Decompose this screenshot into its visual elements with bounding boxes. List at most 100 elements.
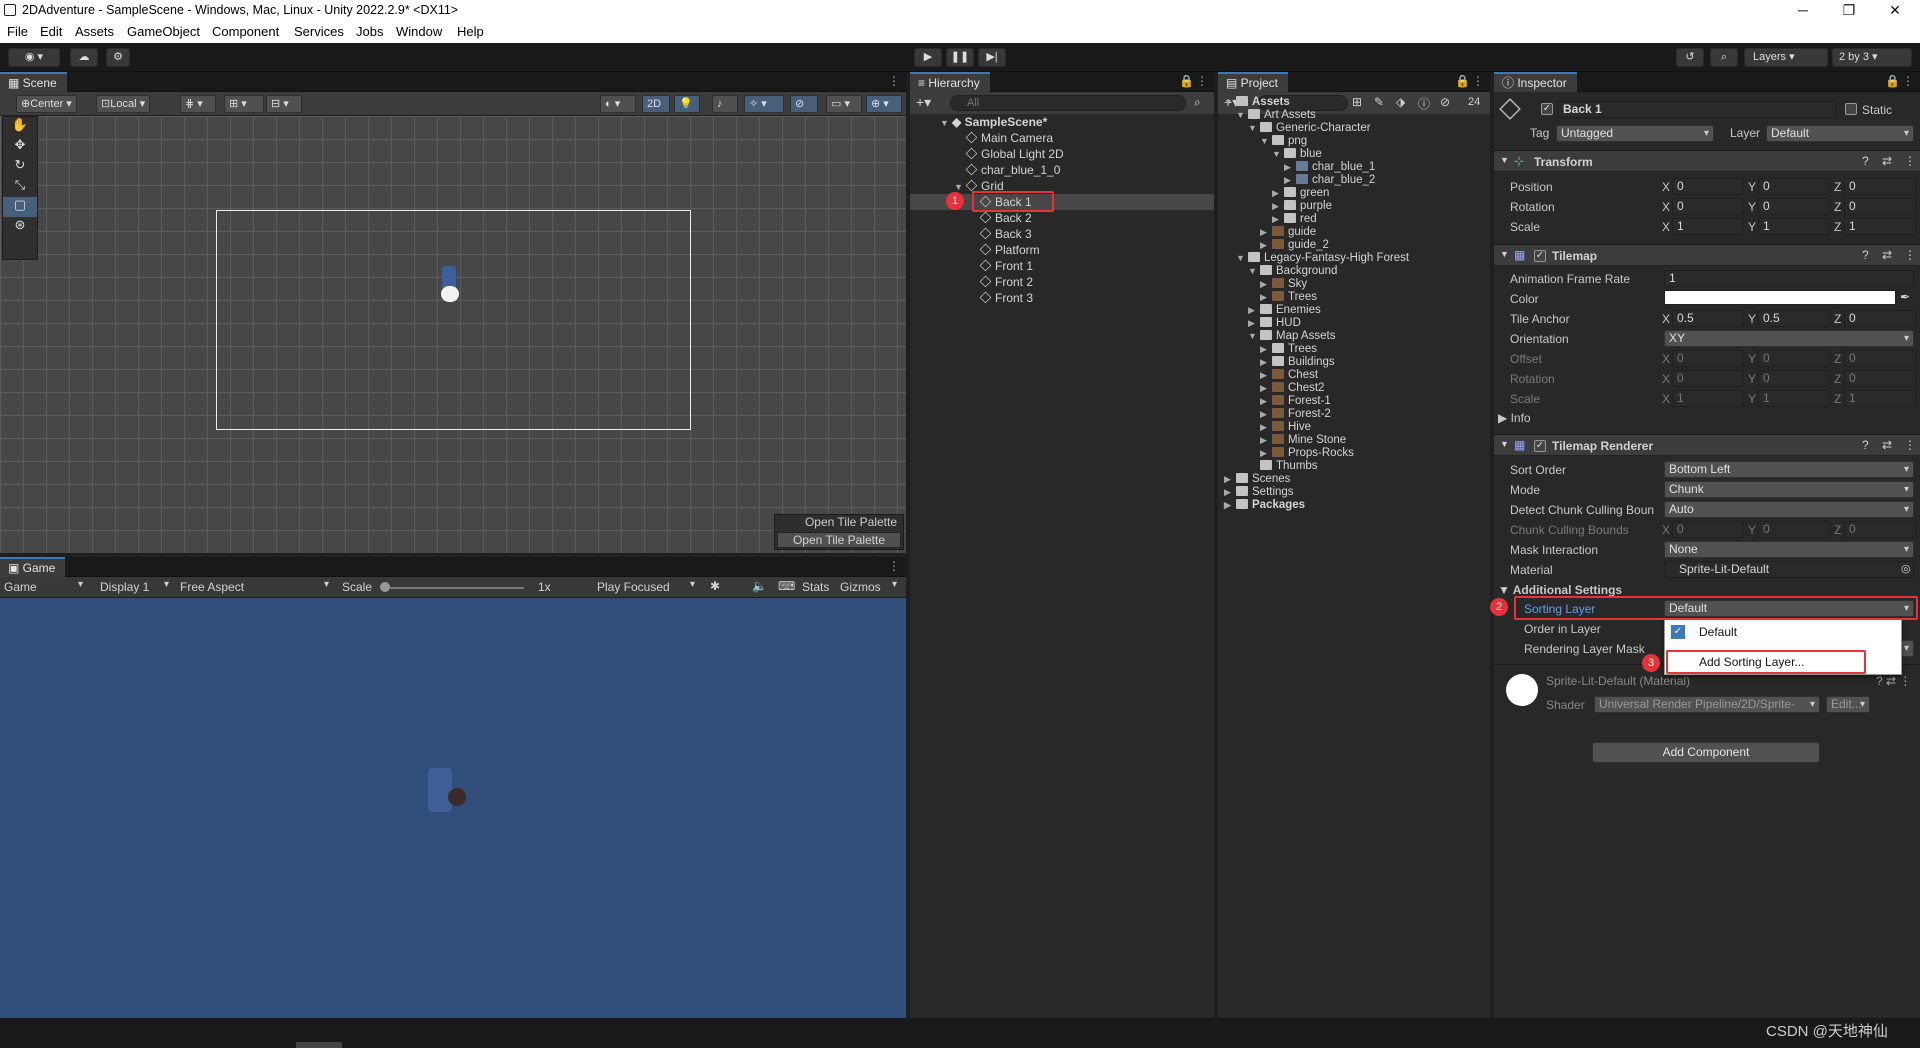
tab-game[interactable]: ▣ Game (0, 557, 66, 577)
search-icon[interactable]: ⌕ (1710, 48, 1738, 67)
project-row[interactable]: ▶ purple (1272, 200, 1332, 213)
project-row[interactable]: ▶ guide (1260, 226, 1316, 239)
sort-order-dropdown[interactable]: Bottom Left (1664, 461, 1914, 478)
foldout-arrow-icon[interactable]: ▼ (1224, 96, 1236, 109)
project-row[interactable]: ▶ Trees (1260, 343, 1317, 356)
light-icon[interactable] (441, 286, 459, 302)
transform-scale-y-field[interactable]: 1 (1758, 218, 1830, 235)
scene-root[interactable]: ▼ ◆ SampleScene* (940, 114, 1047, 130)
more-icon[interactable]: ⋮ (1472, 74, 1484, 88)
tilemap-rotation-z-field[interactable]: 0 (1844, 370, 1916, 387)
project-row[interactable]: ▶ Chest2 (1260, 382, 1324, 395)
foldout-arrow-icon[interactable]: ▶ (1284, 174, 1296, 187)
transform-position-y-field[interactable]: 0 (1758, 178, 1830, 195)
menu-component[interactable]: Component (212, 24, 279, 39)
tab-project[interactable]: ▤ Project (1218, 72, 1289, 92)
tab-inspector[interactable]: ⓘ Inspector (1494, 72, 1577, 92)
tilemap-header[interactable]: ▼ ▦ ✓ Tilemap ? ⇄ ⋮ (1494, 244, 1920, 266)
foldout-arrow-icon[interactable]: ▶ (1260, 278, 1272, 291)
anim-rate-field[interactable]: 1 (1664, 270, 1914, 287)
stats-button[interactable]: Stats (802, 580, 829, 594)
hierarchy-item[interactable]: Main Camera (965, 130, 1053, 146)
hidden-packages-icon[interactable]: ⊘ (1440, 95, 1450, 109)
lighting-icon[interactable]: 💡 (674, 95, 700, 113)
info-icon[interactable]: ⓘ (1418, 95, 1430, 112)
foldout-arrow-icon[interactable]: ▶ (1260, 408, 1272, 421)
object-picker-icon[interactable]: ◎ (1901, 562, 1911, 575)
color-field[interactable] (1664, 290, 1896, 305)
foldout-arrow-icon[interactable]: ▶ (1260, 356, 1272, 369)
shader-dropdown[interactable]: Universal Render Pipeline/2D/Sprite- (1594, 696, 1820, 713)
collab-icon[interactable]: ⚙ (106, 48, 130, 67)
hierarchy-item[interactable]: Front 3 (979, 290, 1033, 306)
transform-rotation-x-field[interactable]: 0 (1672, 198, 1744, 215)
mute-icon[interactable]: 🔈 (752, 579, 767, 593)
tilemap-scale-z-field[interactable]: 1 (1844, 390, 1916, 407)
foldout-arrow-icon[interactable]: ▶ (1272, 200, 1284, 213)
project-row[interactable]: ▼ Map Assets (1248, 330, 1335, 343)
foldout-arrow-icon[interactable]: ▶ (1260, 291, 1272, 304)
more-icon[interactable]: ⋮ (888, 74, 900, 88)
hierarchy-item[interactable]: Front 1 (979, 258, 1033, 274)
foldout-arrow-icon[interactable]: ▶ (1260, 421, 1272, 434)
hierarchy-item[interactable]: Global Light 2D (965, 146, 1064, 162)
scene-viewport[interactable]: ✋ ✥ ↻ ⤡ ▢ ⊛ Open Tile Palette Open Tile … (0, 116, 906, 553)
foldout-arrow-icon[interactable]: ▶ (1260, 369, 1272, 382)
lock-icon[interactable]: 🔒 (1885, 74, 1900, 88)
orientation-dropdown[interactable]: XY (1664, 330, 1914, 347)
project-row[interactable]: ▶ Trees (1260, 291, 1317, 304)
draw-mode-icon[interactable]: ◐ ▾ (600, 95, 636, 113)
keyboard-icon[interactable]: ⌨ (778, 579, 795, 593)
preset-icon[interactable]: ⇄ (1882, 248, 1892, 262)
menu-gameobject[interactable]: GameObject (127, 24, 200, 39)
grid-snap-icon[interactable]: ⋕ ▾ (180, 95, 216, 113)
foldout-arrow-icon[interactable]: ▼ (1236, 109, 1248, 122)
foldout-arrow-icon[interactable]: ▼ (1248, 265, 1260, 278)
project-row[interactable]: ▼ Assets (1224, 96, 1290, 109)
more-icon[interactable]: ⋮ (1904, 438, 1916, 452)
scale-slider[interactable] (384, 587, 524, 589)
close-button[interactable]: ✕ (1872, 0, 1918, 22)
edit-shader-button[interactable]: Edit... (1826, 696, 1870, 713)
project-row[interactable]: ▶ Enemies (1248, 304, 1321, 317)
project-row[interactable]: ▶ green (1272, 187, 1329, 200)
hierarchy-item[interactable]: Back 3 (979, 226, 1032, 242)
transform-scale-x-field[interactable]: 1 (1672, 218, 1744, 235)
project-row[interactable]: Thumbs (1248, 460, 1318, 473)
tilemap-rotation-x-field[interactable]: 0 (1672, 370, 1744, 387)
hierarchy-item[interactable]: Front 2 (979, 274, 1033, 290)
foldout-arrow-icon[interactable]: ▶ (1260, 395, 1272, 408)
project-row[interactable]: ▶ Settings (1224, 486, 1294, 499)
pivot-dropdown[interactable]: ⊕Center ▾ (16, 95, 77, 113)
cloud-icon[interactable]: ☁ (70, 48, 98, 67)
rect-tool-icon[interactable]: ▢ (3, 197, 37, 217)
tab-scene[interactable]: ▦ Scene (0, 72, 67, 92)
move-tool-icon[interactable]: ✥ (3, 137, 37, 157)
project-row[interactable]: ▼ Art Assets (1236, 109, 1316, 122)
preset-icon[interactable]: ⇄ (1882, 438, 1892, 452)
active-checkbox[interactable]: ✓ (1541, 103, 1553, 115)
tile-anchor-x-field[interactable]: 0.5 (1672, 310, 1744, 327)
transform-scale-z-field[interactable]: 1 (1844, 218, 1916, 235)
menu-jobs[interactable]: Jobs (356, 24, 383, 39)
display-dropdown[interactable]: Display 1 (100, 580, 149, 594)
menu-edit[interactable]: Edit (40, 24, 62, 39)
menu-file[interactable]: File (7, 24, 28, 39)
add-icon[interactable]: +▾ (916, 94, 931, 111)
preset-icon[interactable]: ⇄ (1882, 154, 1892, 168)
open-tile-palette-button[interactable]: Open Tile Palette (777, 532, 901, 548)
account-button[interactable]: ◉ ▾ (8, 48, 60, 67)
menu-help[interactable]: Help (457, 24, 484, 39)
project-row[interactable]: ▶ Chest (1260, 369, 1318, 382)
camera-settings-icon[interactable]: ▭ ▾ (826, 95, 862, 113)
search-by-type-icon[interactable]: ⊞ (1352, 95, 1362, 109)
tilemap-enabled-checkbox[interactable]: ✓ (1534, 250, 1546, 262)
step-button[interactable]: ▶| (978, 48, 1006, 67)
rotate-tool-icon[interactable]: ↻ (3, 157, 37, 177)
bug-icon[interactable]: ✱ (710, 579, 720, 593)
project-row[interactable]: ▼ Background (1248, 265, 1337, 278)
chunk-bounds-z-field[interactable]: 0 (1844, 521, 1916, 538)
space-dropdown[interactable]: ⊡Local ▾ (96, 95, 151, 113)
detect-dropdown[interactable]: Auto (1664, 501, 1914, 518)
help-icon[interactable]: ? (1862, 154, 1869, 168)
